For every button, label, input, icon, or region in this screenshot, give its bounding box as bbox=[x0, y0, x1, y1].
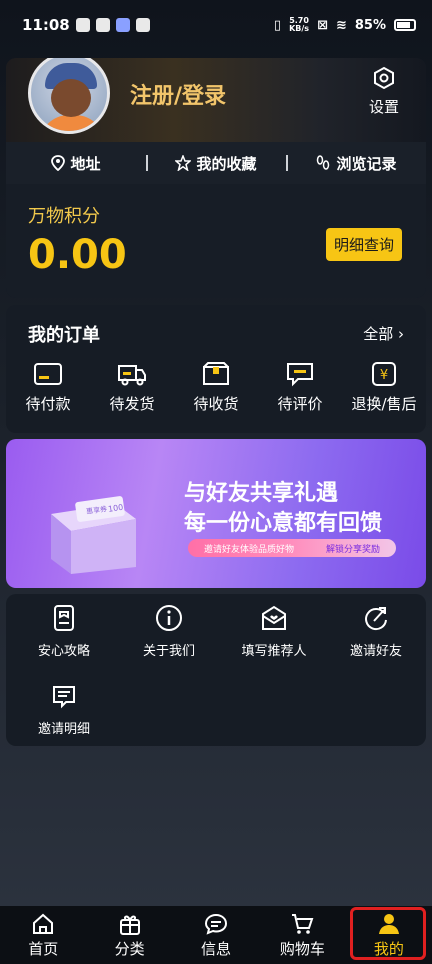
orders-card: 我的订单 全部 › 待付款 待发货 待收货 待评价 ¥ 退换/售后 bbox=[6, 305, 426, 433]
message-icon bbox=[135, 18, 150, 32]
banner-title-line2: 每一份心意都有回馈 bbox=[184, 511, 383, 536]
tool-label: 填写推荐人 bbox=[241, 644, 307, 659]
battery-icon bbox=[394, 19, 416, 31]
orders-all-label: 全部 bbox=[363, 325, 394, 343]
vibrate-icon: ▯ bbox=[273, 17, 282, 33]
quicklink-label: 地址 bbox=[70, 154, 101, 173]
order-item-label: 待收货 bbox=[193, 395, 239, 413]
tab-label: 购物车 bbox=[279, 940, 325, 958]
avatar[interactable] bbox=[28, 58, 110, 134]
tab-cart[interactable]: 购物车 bbox=[259, 906, 345, 964]
star-icon bbox=[175, 155, 192, 171]
tab-label: 分类 bbox=[114, 940, 145, 958]
truck-icon bbox=[118, 365, 146, 386]
net-speed-unit: KB/s bbox=[289, 24, 310, 33]
order-pending-review[interactable]: 待评价 bbox=[258, 361, 342, 414]
envelope-heart-icon bbox=[262, 605, 286, 630]
points-label: 万物积分 bbox=[28, 206, 100, 227]
quicklink-label: 浏览记录 bbox=[336, 154, 397, 173]
quicklink-history[interactable]: 浏览记录 bbox=[286, 153, 426, 174]
settings-button[interactable]: 设置 bbox=[364, 66, 404, 117]
quicklink-address[interactable]: 地址 bbox=[6, 153, 146, 174]
tool-about[interactable]: 关于我们 bbox=[119, 604, 219, 659]
order-pending-payment[interactable]: 待付款 bbox=[6, 361, 90, 414]
info-icon bbox=[156, 605, 182, 631]
box-icon bbox=[203, 362, 229, 385]
tab-label: 首页 bbox=[28, 940, 59, 958]
order-item-label: 退换/售后 bbox=[351, 395, 417, 413]
tab-category[interactable]: 分类 bbox=[86, 906, 172, 964]
footprint-icon bbox=[317, 155, 330, 170]
home-icon bbox=[33, 913, 54, 934]
tab-messages[interactable]: 信息 bbox=[173, 906, 259, 964]
order-pending-receipt[interactable]: 待收货 bbox=[174, 361, 258, 414]
comment-icon bbox=[287, 363, 313, 387]
svg-text:¥: ¥ bbox=[380, 368, 388, 383]
tool-invite-detail[interactable]: 邀请明细 bbox=[14, 682, 114, 737]
tab-home[interactable]: 首页 bbox=[0, 906, 86, 964]
profile-header: 注册/登录 设置 bbox=[6, 58, 426, 142]
order-pending-shipment[interactable]: 待发货 bbox=[90, 361, 174, 414]
tool-referrer[interactable]: 填写推荐人 bbox=[224, 604, 324, 659]
refund-icon: ¥ bbox=[372, 362, 396, 386]
tab-label: 我的 bbox=[373, 940, 404, 958]
app-notification-icon bbox=[95, 18, 110, 32]
wifi-icon: ≋ bbox=[335, 17, 347, 33]
tab-mine[interactable]: 我的 bbox=[346, 906, 432, 964]
tool-label: 邀请明细 bbox=[37, 722, 90, 737]
orders-title: 我的订单 bbox=[28, 325, 100, 346]
login-register-link[interactable]: 注册/登录 bbox=[130, 78, 226, 110]
gift-icon bbox=[119, 915, 140, 935]
order-refund-aftersale[interactable]: ¥ 退换/售后 bbox=[342, 361, 426, 414]
quicklink-favorites[interactable]: 我的收藏 bbox=[146, 153, 286, 174]
cart-icon bbox=[292, 914, 314, 934]
user-icon bbox=[378, 914, 399, 934]
list-message-icon bbox=[53, 686, 75, 709]
gear-icon bbox=[374, 66, 394, 90]
quick-links: 地址 我的收藏 浏览记录 bbox=[6, 142, 426, 184]
sim-icon: ⊠ bbox=[317, 17, 328, 33]
tool-guide[interactable]: 安心攻略 bbox=[14, 604, 114, 659]
battery-percent: 85% bbox=[354, 17, 386, 33]
bottom-tab-bar: 首页 分类 信息 购物车 我的 bbox=[0, 906, 432, 964]
tool-label: 安心攻略 bbox=[37, 644, 90, 659]
banner-pill: 邀请好友体验品质好物 解锁分享奖励 bbox=[188, 539, 396, 557]
invite-banner[interactable]: 惠享券 100 与好友共享礼遇 每一份心意都有回馈 邀请好友体验品质好物 解锁分… bbox=[6, 439, 426, 588]
tool-invite[interactable]: 邀请好友 bbox=[326, 604, 426, 659]
tools-card: 安心攻略 关于我们 填写推荐人 邀请好友 邀请明细 bbox=[6, 594, 426, 746]
tool-label: 邀请好友 bbox=[349, 644, 402, 659]
points-value: 0.00 bbox=[28, 232, 127, 278]
chat-icon bbox=[205, 913, 228, 935]
status-time: 11:08 bbox=[22, 16, 70, 34]
media-icon bbox=[115, 18, 130, 32]
status-bar: 11:08 ▯ 5.70 KB/s ⊠ ≋ 85% bbox=[0, 0, 432, 50]
net-speed: 5.70 KB/s bbox=[289, 17, 309, 33]
points-detail-button[interactable]: 明细查询 bbox=[325, 228, 402, 261]
orders-all-link[interactable]: 全部 › bbox=[363, 323, 404, 344]
quicklink-label: 我的收藏 bbox=[196, 154, 257, 173]
order-item-label: 待评价 bbox=[277, 395, 323, 413]
share-icon bbox=[365, 607, 387, 631]
banner-pill-left: 邀请好友体验品质好物 bbox=[203, 544, 294, 555]
banner-pill-right: 解锁分享奖励 bbox=[325, 544, 380, 555]
gift-box-illustration: 惠享券 100 bbox=[51, 496, 136, 574]
guide-icon bbox=[54, 605, 74, 631]
notification-icon bbox=[75, 18, 90, 32]
chevron-right-icon: › bbox=[398, 325, 404, 343]
tool-label: 关于我们 bbox=[142, 644, 195, 659]
banner-title-line1: 与好友共享礼遇 bbox=[184, 481, 339, 506]
profile-card: 注册/登录 设置 地址 我的收藏 浏览记录 万物积分 0.00 明细查询 bbox=[6, 58, 426, 298]
order-status-row: 待付款 待发货 待收货 待评价 ¥ 退换/售后 bbox=[6, 361, 426, 414]
settings-label: 设置 bbox=[368, 98, 399, 116]
tab-label: 信息 bbox=[201, 940, 232, 958]
order-item-label: 待付款 bbox=[25, 395, 71, 413]
order-item-label: 待发货 bbox=[109, 395, 155, 413]
wallet-icon bbox=[34, 363, 62, 385]
location-icon bbox=[51, 155, 66, 171]
